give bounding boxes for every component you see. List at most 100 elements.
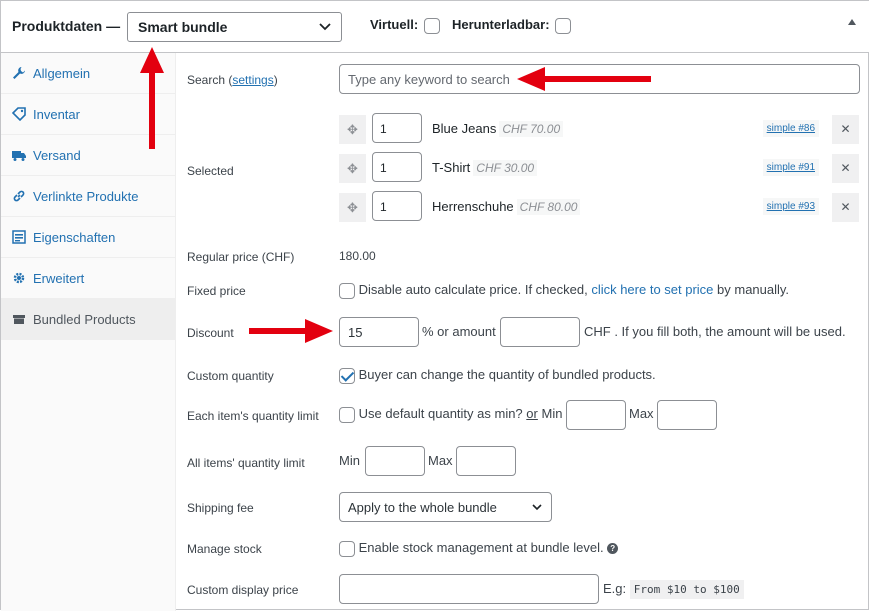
- item-price: CHF 80.00: [516, 199, 581, 215]
- selected-label: Selected: [187, 164, 234, 178]
- custom-display-price-input[interactable]: [339, 574, 599, 604]
- all-limit-label: All items' quantity limit: [187, 456, 305, 470]
- manage-stock-checkbox[interactable]: [339, 540, 355, 557]
- virtual-option: Virtuell:: [370, 17, 440, 34]
- each-limit-option: Use default quantity as min? or Min: [339, 406, 562, 423]
- each-limit-text: Use default quantity as min?: [358, 406, 523, 421]
- selected-item: ✥ 1 Blue Jeans CHF 70.00 simple #86 ✕: [339, 113, 859, 144]
- all-min-input[interactable]: [365, 446, 425, 476]
- item-name: T-Shirt CHF 30.00: [432, 160, 538, 176]
- item-type-link[interactable]: simple #93: [762, 198, 819, 215]
- remove-item-close-icon[interactable]: ✕: [832, 154, 859, 183]
- link-icon: [13, 190, 25, 202]
- shipping-fee-value: Apply to the whole bundle: [348, 500, 497, 515]
- fixed-price-text-end: by manually.: [713, 282, 790, 297]
- custom-quantity-option: Buyer can change the quantity of bundled…: [339, 367, 656, 384]
- search-label: Search (settings): [187, 73, 278, 87]
- tab-label: Bundled Products: [33, 312, 136, 327]
- annotation-arrow-right-icon: [249, 319, 333, 343]
- custom-display-price-hint: E.g: From $10 to $100: [603, 580, 744, 599]
- help-icon[interactable]: ?: [607, 543, 619, 555]
- list-icon: [12, 230, 26, 244]
- all-limit-min-label: Min: [339, 453, 360, 468]
- example-code: From $10 to $100: [629, 580, 744, 599]
- tab-label: Erweitert: [33, 271, 85, 286]
- downloadable-checkbox[interactable]: [555, 17, 572, 34]
- custom-quantity-checkbox[interactable]: [339, 367, 355, 384]
- each-limit-or: or: [526, 406, 538, 421]
- item-quantity-input[interactable]: 1: [372, 152, 422, 182]
- remove-item-close-icon[interactable]: ✕: [832, 115, 859, 144]
- selected-item: ✥ 1 T-Shirt CHF 30.00 simple #91 ✕: [339, 152, 859, 183]
- each-limit-max-label: Max: [629, 406, 654, 421]
- tag-icon: [12, 107, 26, 121]
- collapse-arrow-icon[interactable]: [848, 19, 856, 25]
- product-data-panel: Produktdaten — Smart bundle Virtuell: He…: [0, 0, 869, 611]
- tab-attributes[interactable]: Eigenschaften: [1, 217, 175, 258]
- shipping-fee-select[interactable]: Apply to the whole bundle: [339, 492, 552, 522]
- truck-icon: [12, 151, 26, 161]
- annotation-arrow-left-icon: [517, 67, 651, 91]
- search-label-end: ): [273, 73, 278, 87]
- manage-stock-option: Enable stock management at bundle level.…: [339, 540, 619, 557]
- annotation-arrow-up-icon: [140, 47, 164, 149]
- custom-quantity-label: Custom quantity: [187, 369, 274, 383]
- item-type-link[interactable]: simple #86: [762, 120, 819, 137]
- item-name: Herrenschuhe CHF 80.00: [432, 199, 581, 215]
- product-type-value: Smart bundle: [138, 19, 228, 35]
- item-name-text: Blue Jeans: [432, 121, 497, 136]
- each-max-input[interactable]: [657, 400, 717, 430]
- fixed-price-text: Disable auto calculate price. If checked…: [358, 282, 592, 297]
- gear-icon: [13, 272, 25, 284]
- example-label: E.g:: [603, 581, 627, 596]
- tab-label: Allgemein: [33, 66, 91, 81]
- remove-item-close-icon[interactable]: ✕: [832, 193, 859, 222]
- tab-linked-products[interactable]: Verlinkte Produkte: [1, 176, 175, 217]
- search-placeholder: Type any keyword to search: [348, 72, 510, 87]
- tab-label: Inventar: [33, 107, 80, 122]
- each-limit-label: Each item's quantity limit: [187, 409, 319, 423]
- search-settings-link[interactable]: settings: [232, 73, 273, 87]
- selected-item: ✥ 1 Herrenschuhe CHF 80.00 simple #93 ✕: [339, 191, 859, 222]
- item-price: CHF 30.00: [473, 160, 538, 176]
- downloadable-label: Herunterladbar:: [452, 17, 550, 32]
- item-name-text: Herrenschuhe: [432, 199, 514, 214]
- default-min-checkbox[interactable]: [339, 406, 355, 423]
- discount-percent-input[interactable]: 15: [339, 317, 419, 347]
- tab-label: Versand: [33, 148, 81, 163]
- each-min-input[interactable]: [566, 400, 626, 430]
- tab-bundled-products[interactable]: Bundled Products: [1, 299, 175, 340]
- tab-advanced[interactable]: Erweitert: [1, 258, 175, 299]
- manage-stock-text: Enable stock management at bundle level.: [358, 540, 604, 555]
- item-quantity-input[interactable]: 1: [372, 191, 422, 221]
- item-type-link[interactable]: simple #91: [762, 159, 819, 176]
- all-max-input[interactable]: [456, 446, 516, 476]
- panel-title: Produktdaten —: [12, 18, 121, 34]
- custom-display-price-label: Custom display price: [187, 583, 299, 597]
- item-quantity-input[interactable]: 1: [372, 113, 422, 143]
- custom-quantity-text: Buyer can change the quantity of bundled…: [358, 367, 656, 382]
- discount-label: Discount: [187, 326, 234, 340]
- drag-handle-icon[interactable]: ✥: [339, 115, 366, 144]
- set-price-link[interactable]: click here to set price: [591, 282, 713, 297]
- regular-price-value: 180.00: [339, 249, 376, 263]
- fixed-price-label: Fixed price: [187, 284, 246, 298]
- item-price: CHF 70.00: [499, 121, 564, 137]
- downloadable-option: Herunterladbar:: [452, 17, 572, 34]
- discount-mid-text: % or amount: [422, 324, 496, 339]
- wrench-icon: [13, 67, 25, 79]
- virtual-label: Virtuell:: [370, 17, 419, 32]
- panel-header: Produktdaten — Smart bundle Virtuell: He…: [1, 1, 869, 53]
- search-label-text: Search (: [187, 73, 233, 87]
- box-icon: [13, 315, 25, 324]
- discount-amount-input[interactable]: [500, 317, 580, 347]
- discount-end-text: CHF . If you fill both, the amount will …: [584, 324, 846, 339]
- item-name: Blue Jeans CHF 70.00: [432, 121, 564, 137]
- virtual-checkbox[interactable]: [423, 17, 440, 34]
- all-limit-max-label: Max: [428, 453, 453, 468]
- drag-handle-icon[interactable]: ✥: [339, 193, 366, 222]
- fixed-price-checkbox[interactable]: [339, 282, 355, 299]
- drag-handle-icon[interactable]: ✥: [339, 154, 366, 183]
- fixed-price-option: Disable auto calculate price. If checked…: [339, 282, 789, 299]
- product-type-select[interactable]: Smart bundle: [127, 12, 342, 42]
